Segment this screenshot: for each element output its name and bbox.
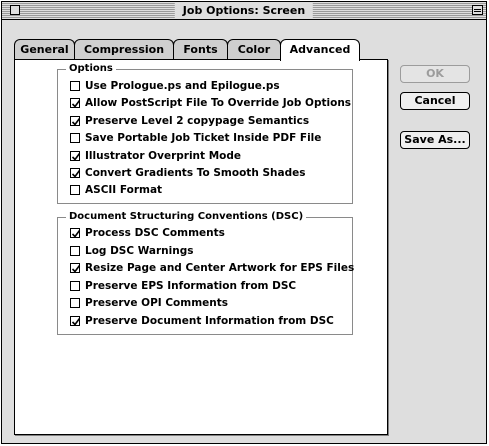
tab-label: Color	[237, 43, 271, 56]
dsc-group: Document Structuring Conventions (DSC) P…	[57, 210, 354, 335]
close-box-icon[interactable]	[10, 5, 20, 15]
save-as-button[interactable]: Save As...	[400, 131, 470, 149]
dialog-window: Job Options: Screen General Compression …	[1, 1, 487, 444]
checkbox-row[interactable]: Log DSC Warnings	[70, 244, 194, 258]
checkbox-checked-icon[interactable]	[70, 228, 81, 238]
checkbox-row[interactable]: Resize Page and Center Artwork for EPS F…	[70, 261, 354, 275]
checkbox-row[interactable]: Preserve Level 2 copypage Semantics	[70, 114, 309, 128]
checkbox-label: Preserve OPI Comments	[85, 297, 229, 310]
checkbox-row[interactable]: Preserve Document Information from DSC	[70, 314, 334, 328]
checkbox-row[interactable]: Use Prologue.ps and Epilogue.ps	[70, 79, 280, 93]
checkbox-label: ASCII Format	[85, 184, 163, 197]
checkbox-checked-icon[interactable]	[70, 263, 81, 274]
tab-fonts[interactable]: Fonts	[173, 39, 228, 60]
checkbox-label: Illustrator Overprint Mode	[85, 149, 241, 162]
ok-button[interactable]: OK	[400, 65, 470, 83]
checkbox-checked-icon[interactable]	[70, 168, 81, 178]
checkbox-row[interactable]: Illustrator Overprint Mode	[70, 149, 241, 163]
tab-general[interactable]: General	[14, 39, 75, 60]
tab-label: Compression	[83, 43, 165, 56]
checkbox-row[interactable]: Allow PostScript File To Override Job Op…	[70, 96, 351, 110]
tab-label: Advanced	[289, 43, 351, 56]
checkbox-row[interactable]: ASCII Format	[70, 183, 162, 197]
checkbox-unchecked-icon[interactable]	[70, 133, 80, 144]
checkbox-row[interactable]: Preserve OPI Comments	[70, 296, 228, 310]
tab-color[interactable]: Color	[227, 39, 281, 60]
checkbox-row[interactable]: Save Portable Job Ticket Inside PDF File	[70, 131, 321, 145]
checkbox-row[interactable]: Convert Gradients To Smooth Shades	[70, 166, 305, 180]
options-group-title: Options	[66, 62, 116, 76]
checkbox-label: Save Portable Job Ticket Inside PDF File	[85, 132, 322, 145]
tab-compression[interactable]: Compression	[74, 39, 174, 60]
checkbox-row[interactable]: Preserve EPS Information from DSC	[70, 279, 296, 293]
checkbox-unchecked-icon[interactable]	[70, 280, 80, 291]
tab-label: General	[20, 43, 69, 56]
dsc-group-title: Document Structuring Conventions (DSC)	[66, 210, 307, 224]
checkbox-unchecked-icon[interactable]	[70, 81, 80, 91]
checkbox-checked-icon[interactable]	[70, 98, 81, 109]
window-title: Job Options: Screen	[174, 2, 314, 19]
checkbox-label: Log DSC Warnings	[85, 244, 194, 257]
advanced-panel: Options Use Prologue.ps and Epilogue.ps A…	[14, 59, 388, 435]
checkbox-checked-icon[interactable]	[70, 115, 81, 126]
checkbox-label: Preserve EPS Information from DSC	[85, 279, 297, 292]
options-group: Options Use Prologue.ps and Epilogue.ps A…	[57, 62, 353, 204]
checkbox-unchecked-icon[interactable]	[70, 245, 80, 256]
checkbox-row[interactable]: Process DSC Comments	[70, 226, 225, 240]
tab-label: Fonts	[183, 43, 218, 56]
checkbox-label: Allow PostScript File To Override Job Op…	[85, 97, 352, 110]
checkbox-label: Preserve Level 2 copypage Semantics	[85, 114, 310, 127]
checkbox-label: Resize Page and Center Artwork for EPS F…	[85, 262, 355, 275]
checkbox-label: Use Prologue.ps and Epilogue.ps	[85, 80, 280, 92]
title-bar[interactable]: Job Options: Screen	[2, 2, 486, 20]
cancel-button[interactable]: Cancel	[400, 92, 470, 110]
checkbox-label: Process DSC Comments	[85, 227, 225, 239]
collapse-box-icon[interactable]	[472, 5, 483, 15]
checkbox-unchecked-icon[interactable]	[70, 185, 80, 196]
tab-advanced[interactable]: Advanced	[280, 39, 360, 61]
checkbox-label: Preserve Document Information from DSC	[85, 315, 334, 327]
checkbox-unchecked-icon[interactable]	[70, 298, 80, 309]
checkbox-label: Convert Gradients To Smooth Shades	[85, 167, 306, 179]
checkbox-checked-icon[interactable]	[70, 316, 81, 326]
checkbox-checked-icon[interactable]	[70, 150, 81, 161]
